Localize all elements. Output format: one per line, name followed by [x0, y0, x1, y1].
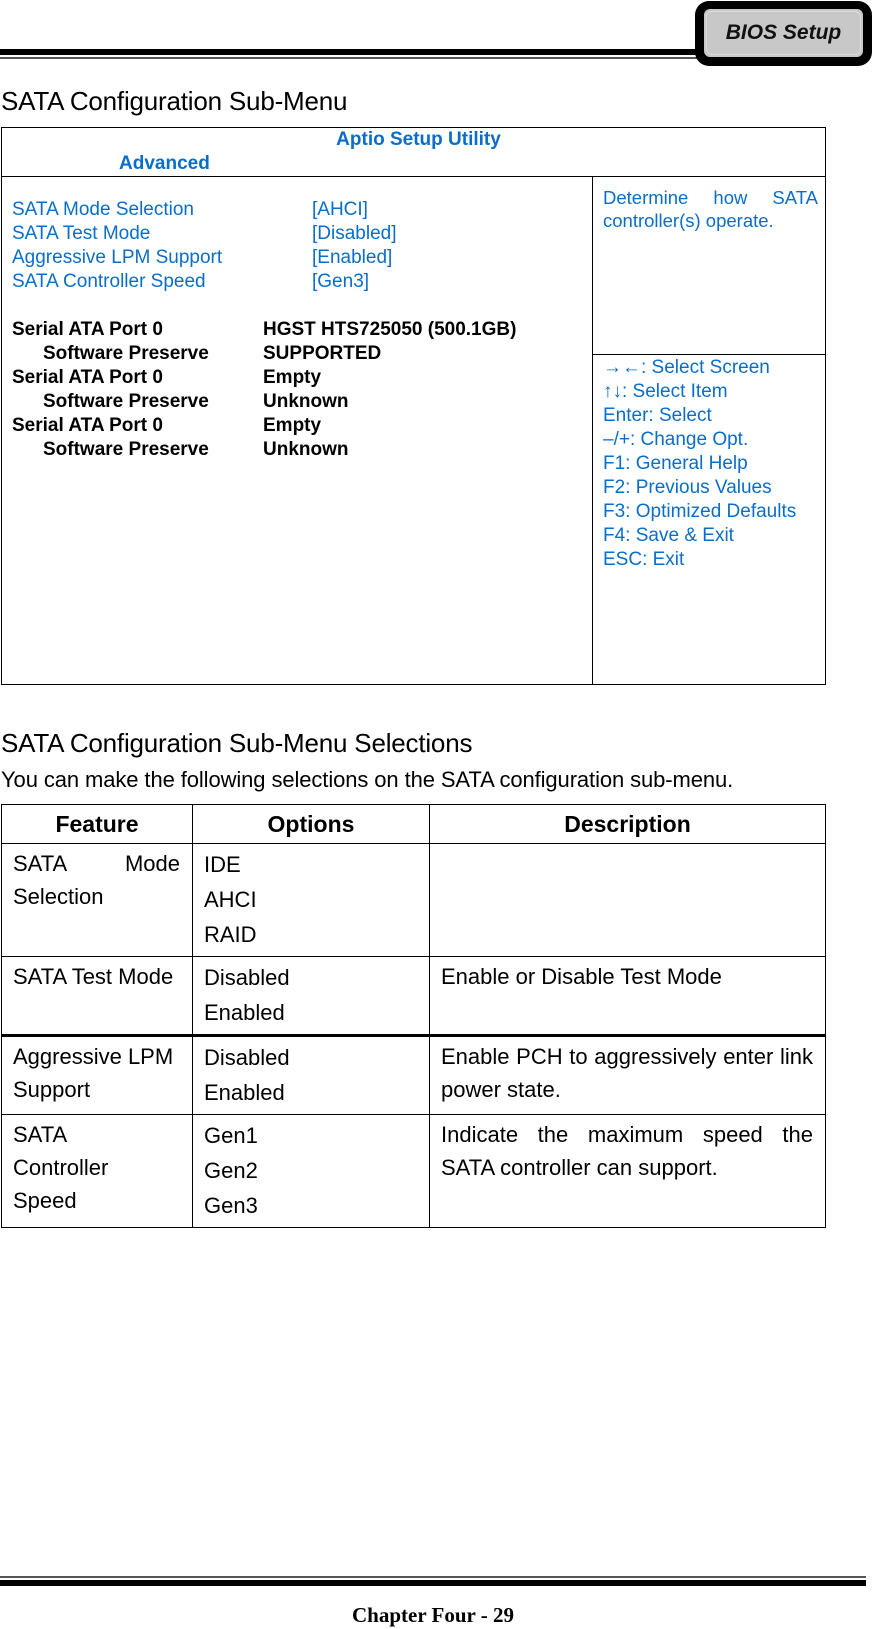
port-sub-label: Software Preserve	[43, 343, 209, 364]
section-badge: BIOS Setup	[702, 7, 865, 59]
bios-title-bar: Aptio Setup Utility Advanced	[2, 128, 825, 177]
setting-label: SATA Mode Selection	[12, 199, 195, 220]
port-value: Empty	[263, 367, 322, 388]
option-item: Gen3	[204, 1193, 258, 1218]
table-row: SATA Mode Selection IDE AHCI RAID	[1, 843, 826, 957]
column-header-feature: Feature	[1, 804, 193, 844]
port-sub-value: Unknown	[263, 391, 349, 412]
setting-sata-test-mode[interactable]: SATA Test Mode [Disabled]	[12, 222, 397, 246]
bios-key-legend: →←: Select Screen ↑↓: Select Item Enter:…	[592, 354, 825, 684]
feature-cell: SATA Test Mode	[13, 964, 174, 989]
port-info-row: Serial ATA Port 0 Empty	[12, 414, 321, 438]
setting-label: SATA Controller Speed	[12, 271, 206, 292]
description-cell: Enable or Disable Test Mode	[441, 964, 722, 989]
key-help-select-screen: →←: Select Screen	[603, 357, 770, 378]
port-value: HGST HTS725050 (500.1GB)	[263, 319, 517, 340]
description-cell: Indicate the maximum speed the SATA cont…	[441, 1122, 813, 1180]
bios-screen: Aptio Setup Utility Advanced SATA Mode S…	[1, 127, 826, 685]
setting-label: Aggressive LPM Support	[12, 247, 223, 268]
column-header-description: Description	[429, 804, 826, 844]
option-item: IDE	[204, 852, 241, 877]
option-item: Gen1	[204, 1123, 258, 1148]
setting-value: [Enabled]	[312, 247, 393, 268]
section-title: SATA Configuration Sub-Menu	[1, 86, 348, 116]
option-item: Enabled	[204, 1000, 285, 1025]
feature-cell: Aggressive LPM Support	[13, 1044, 174, 1102]
setting-value: [Gen3]	[312, 271, 370, 292]
feature-cell: SATA Controller Speed	[13, 1122, 109, 1213]
setting-label: SATA Test Mode	[12, 223, 151, 244]
port-sub-value: SUPPORTED	[263, 343, 382, 364]
table-header-row: Feature Options Description	[1, 804, 826, 844]
key-help-f2: F2: Previous Values	[603, 477, 772, 498]
setting-sata-controller-speed[interactable]: SATA Controller Speed [Gen3]	[12, 270, 369, 294]
port-software-preserve-row: Software Preserve SUPPORTED	[12, 342, 381, 366]
option-item: Gen2	[204, 1158, 258, 1183]
key-help-enter: Enter: Select	[603, 405, 712, 426]
port-label: Serial ATA Port 0	[12, 367, 163, 388]
option-item: RAID	[204, 922, 257, 947]
table-row: SATA Controller Speed Gen1 Gen2 Gen3 Ind…	[1, 1114, 826, 1228]
table-row: Aggressive LPM Support Disabled Enabled …	[1, 1034, 826, 1115]
bios-help-panel: Determine how SATA controller(s) operate…	[592, 176, 825, 355]
options-cell: Disabled Enabled	[193, 957, 429, 1034]
option-item: AHCI	[204, 887, 257, 912]
bios-settings-panel: SATA Mode Selection [AHCI] SATA Test Mode…	[2, 176, 593, 684]
help-text: Determine how SATA controller(s) operate…	[603, 187, 818, 231]
header-rule-thin	[0, 57, 700, 59]
table-row: SATA Test Mode Disabled Enabled Enable o…	[1, 956, 826, 1036]
footer-rule-thin	[0, 1576, 866, 1578]
description-cell	[430, 844, 825, 851]
tab-advanced[interactable]: Advanced	[119, 153, 210, 175]
option-item: Disabled	[204, 965, 290, 990]
port-info-row: Serial ATA Port 0 Empty	[12, 366, 321, 390]
page-number: Chapter Four - 29	[352, 1603, 514, 1627]
header-rule-thick	[0, 49, 700, 55]
key-help-change-opt: –/+: Change Opt.	[603, 429, 749, 450]
port-label: Serial ATA Port 0	[12, 319, 163, 340]
setting-value: [Disabled]	[312, 223, 397, 244]
option-item: Disabled	[204, 1045, 290, 1070]
footer-rule-thick	[0, 1580, 866, 1586]
option-item: Enabled	[204, 1080, 285, 1105]
setting-aggressive-lpm-support[interactable]: Aggressive LPM Support [Enabled]	[12, 246, 392, 270]
port-value: Empty	[263, 415, 322, 436]
selections-table: Feature Options Description SATA Mode Se…	[1, 804, 826, 1228]
selections-title: SATA Configuration Sub-Menu Selections	[1, 728, 473, 758]
setting-sata-mode-selection[interactable]: SATA Mode Selection [AHCI]	[12, 198, 368, 222]
options-cell: Disabled Enabled	[193, 1037, 429, 1114]
section-badge-label: BIOS Setup	[725, 21, 842, 44]
key-help-f3: F3: Optimized Defaults	[603, 501, 797, 522]
port-label: Serial ATA Port 0	[12, 415, 163, 436]
feature-cell: SATA Mode Selection	[13, 851, 180, 909]
options-cell: Gen1 Gen2 Gen3	[193, 1115, 429, 1227]
port-sub-value: Unknown	[263, 439, 349, 460]
options-cell: IDE AHCI RAID	[193, 844, 429, 956]
setting-value: [AHCI]	[312, 199, 368, 220]
port-info-row: Serial ATA Port 0 HGST HTS725050 (500.1GB…	[12, 318, 516, 342]
port-software-preserve-row: Software Preserve Unknown	[12, 438, 349, 462]
port-software-preserve-row: Software Preserve Unknown	[12, 390, 349, 414]
key-help-esc: ESC: Exit	[603, 549, 685, 570]
key-help-f1: F1: General Help	[603, 453, 748, 474]
key-help-select-item: ↑↓: Select Item	[603, 381, 728, 402]
key-help-f4: F4: Save & Exit	[603, 525, 734, 546]
bios-utility-title: Aptio Setup Utility	[336, 129, 501, 150]
column-header-options: Options	[192, 804, 430, 844]
key-help-list: →←: Select Screen ↑↓: Select Item Enter:…	[603, 356, 796, 572]
description-cell: Enable PCH to aggressively enter link po…	[441, 1044, 813, 1102]
port-sub-label: Software Preserve	[43, 439, 209, 460]
selections-intro: You can make the following selections on…	[1, 767, 734, 792]
port-sub-label: Software Preserve	[43, 391, 209, 412]
